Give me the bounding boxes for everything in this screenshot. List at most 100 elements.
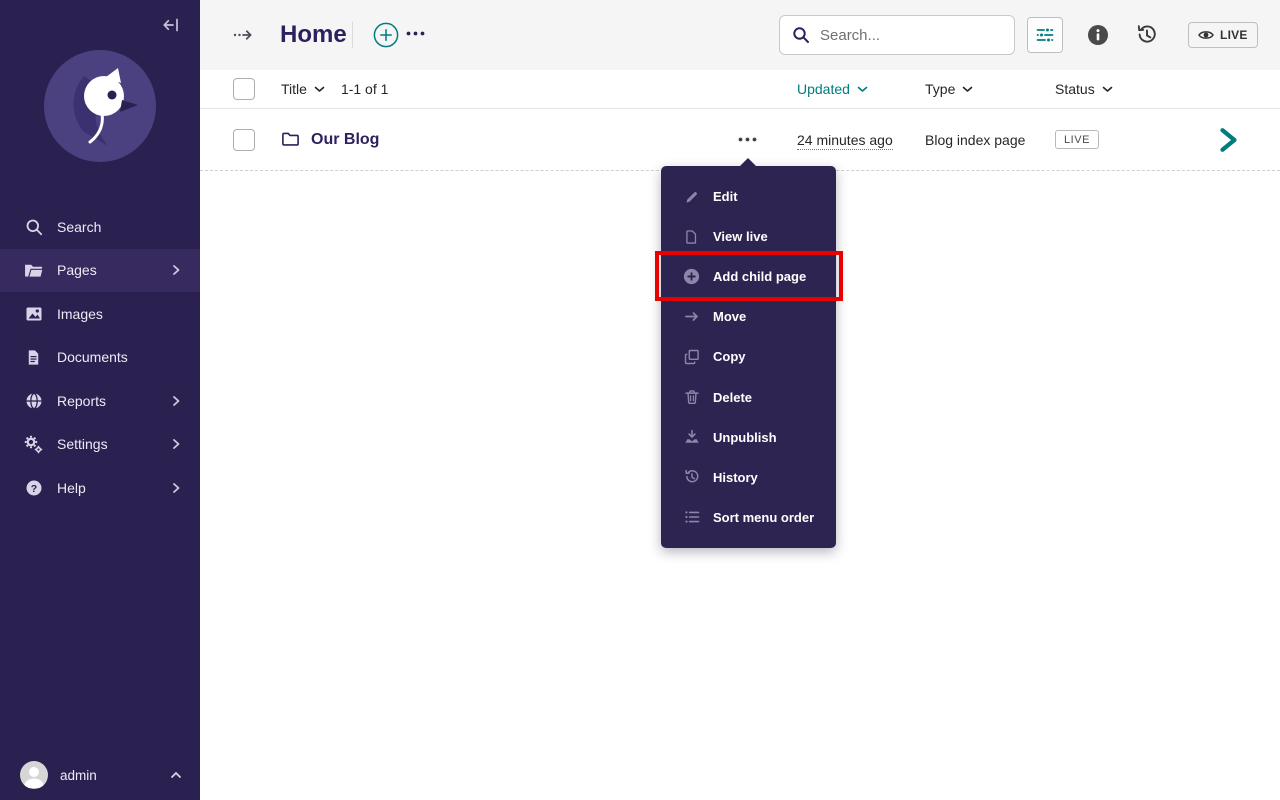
chevron-right-icon — [170, 395, 182, 407]
sort-by-type-button[interactable]: Type — [925, 81, 973, 97]
page-link-our-blog[interactable]: Our Blog — [281, 130, 379, 149]
row-updated[interactable]: 24 minutes ago — [797, 132, 893, 150]
plus-circle-icon — [373, 22, 399, 48]
select-all-checkbox[interactable] — [233, 78, 255, 100]
collapse-sidebar-button[interactable] — [162, 16, 180, 34]
row-title: Our Blog — [311, 131, 379, 149]
main-content: Home — [200, 0, 1280, 800]
globe-icon — [24, 391, 43, 410]
sort-by-title-button[interactable]: Title — [281, 81, 325, 97]
account-username: admin — [60, 768, 97, 783]
search-box — [779, 15, 1015, 55]
sidebar-item-help[interactable]: ? Help — [0, 466, 200, 510]
row-type: Blog index page — [925, 132, 1025, 148]
collapse-sidebar-icon — [162, 16, 180, 34]
menu-item-label: View live — [713, 229, 768, 244]
column-title-label: Title — [281, 81, 307, 97]
sidebar-item-label: Search — [57, 219, 101, 235]
sidebar-item-pages[interactable]: Pages — [0, 249, 200, 293]
menu-item-move[interactable]: Move — [661, 297, 836, 337]
status-badge: LIVE — [1055, 130, 1099, 149]
copy-icon — [683, 348, 700, 365]
menu-item-label: Edit — [713, 189, 738, 204]
list-icon — [683, 509, 700, 526]
breadcrumb-expand-button[interactable] — [233, 28, 255, 42]
sort-by-status-button[interactable]: Status — [1055, 81, 1113, 97]
trash-icon — [683, 389, 700, 406]
menu-item-label: Delete — [713, 390, 752, 405]
menu-item-delete[interactable]: Delete — [661, 377, 836, 417]
ellipsis-icon — [738, 137, 757, 142]
page-header: Home — [200, 0, 1280, 70]
row-context-menu: Edit View live Add child page — [661, 166, 836, 548]
info-button[interactable] — [1087, 24, 1109, 46]
info-icon — [1087, 24, 1109, 46]
column-status-label: Status — [1055, 81, 1095, 97]
explore-child-pages-button[interactable] — [1218, 127, 1240, 153]
column-updated-label: Updated — [797, 81, 850, 97]
view-live-label: LIVE — [1220, 28, 1248, 42]
folder-open-icon — [24, 261, 43, 280]
chevron-right-icon — [1218, 127, 1240, 153]
chevron-down-icon — [962, 86, 973, 93]
help-icon: ? — [24, 478, 43, 497]
breadcrumb-expand-icon — [233, 28, 255, 42]
wagtail-logo — [44, 50, 156, 162]
menu-item-label: Unpublish — [713, 430, 777, 445]
menu-item-history[interactable]: History — [661, 457, 836, 497]
chevron-right-icon — [170, 264, 182, 276]
sidebar-item-label: Help — [57, 480, 86, 496]
sliders-icon — [1035, 25, 1055, 45]
page-icon — [683, 228, 700, 245]
history-icon — [683, 469, 700, 486]
image-icon — [24, 304, 43, 323]
sidebar-item-documents[interactable]: Documents — [0, 336, 200, 380]
sidebar-item-reports[interactable]: Reports — [0, 379, 200, 423]
folder-icon — [281, 130, 300, 149]
chevron-right-icon — [170, 438, 182, 450]
sidebar-item-label: Pages — [57, 262, 97, 278]
history-icon — [1136, 24, 1158, 46]
menu-item-copy[interactable]: Copy — [661, 337, 836, 377]
menu-item-add-child-page[interactable]: Add child page — [661, 257, 836, 297]
view-live-button[interactable]: LIVE — [1188, 22, 1258, 48]
listing-header-row: Title 1-1 of 1 Updated Type — [200, 70, 1280, 109]
sidebar-item-label: Settings — [57, 436, 108, 452]
ellipsis-icon — [406, 31, 425, 36]
document-icon — [24, 348, 43, 367]
search-icon — [792, 26, 810, 44]
row-checkbox[interactable] — [233, 129, 255, 151]
menu-item-label: Add child page — [713, 269, 806, 284]
menu-item-label: Move — [713, 309, 746, 324]
avatar — [20, 761, 48, 789]
sort-by-updated-button[interactable]: Updated — [797, 81, 868, 97]
header-more-actions-button[interactable] — [406, 31, 425, 36]
history-button[interactable] — [1136, 24, 1158, 46]
context-menu-arrow — [740, 158, 756, 166]
chevron-down-icon — [314, 86, 325, 93]
sidebar: Search Pages Images — [0, 0, 200, 800]
page-title: Home — [280, 21, 347, 49]
search-input[interactable] — [820, 27, 1002, 44]
arrow-right-icon — [683, 308, 700, 325]
row-actions-button[interactable] — [734, 133, 761, 146]
sidebar-item-settings[interactable]: Settings — [0, 423, 200, 467]
cog-icon — [24, 435, 43, 454]
chevron-right-icon — [170, 482, 182, 494]
chevron-down-icon — [857, 86, 868, 93]
svg-text:?: ? — [30, 483, 36, 495]
eye-icon — [1198, 29, 1214, 41]
sidebar-item-search[interactable]: Search — [0, 205, 200, 249]
filters-button[interactable] — [1027, 17, 1063, 53]
sidebar-item-images[interactable]: Images — [0, 292, 200, 336]
result-count: 1-1 of 1 — [341, 81, 388, 97]
add-page-button[interactable] — [373, 22, 399, 48]
sidebar-item-label: Reports — [57, 393, 106, 409]
menu-item-edit[interactable]: Edit — [661, 177, 836, 217]
menu-item-view-live[interactable]: View live — [661, 217, 836, 257]
menu-item-unpublish[interactable]: Unpublish — [661, 417, 836, 457]
chevron-up-icon — [170, 769, 182, 781]
menu-item-sort-menu-order[interactable]: Sort menu order — [661, 497, 836, 537]
account-menu-button[interactable]: admin — [0, 752, 200, 798]
column-type-label: Type — [925, 81, 955, 97]
